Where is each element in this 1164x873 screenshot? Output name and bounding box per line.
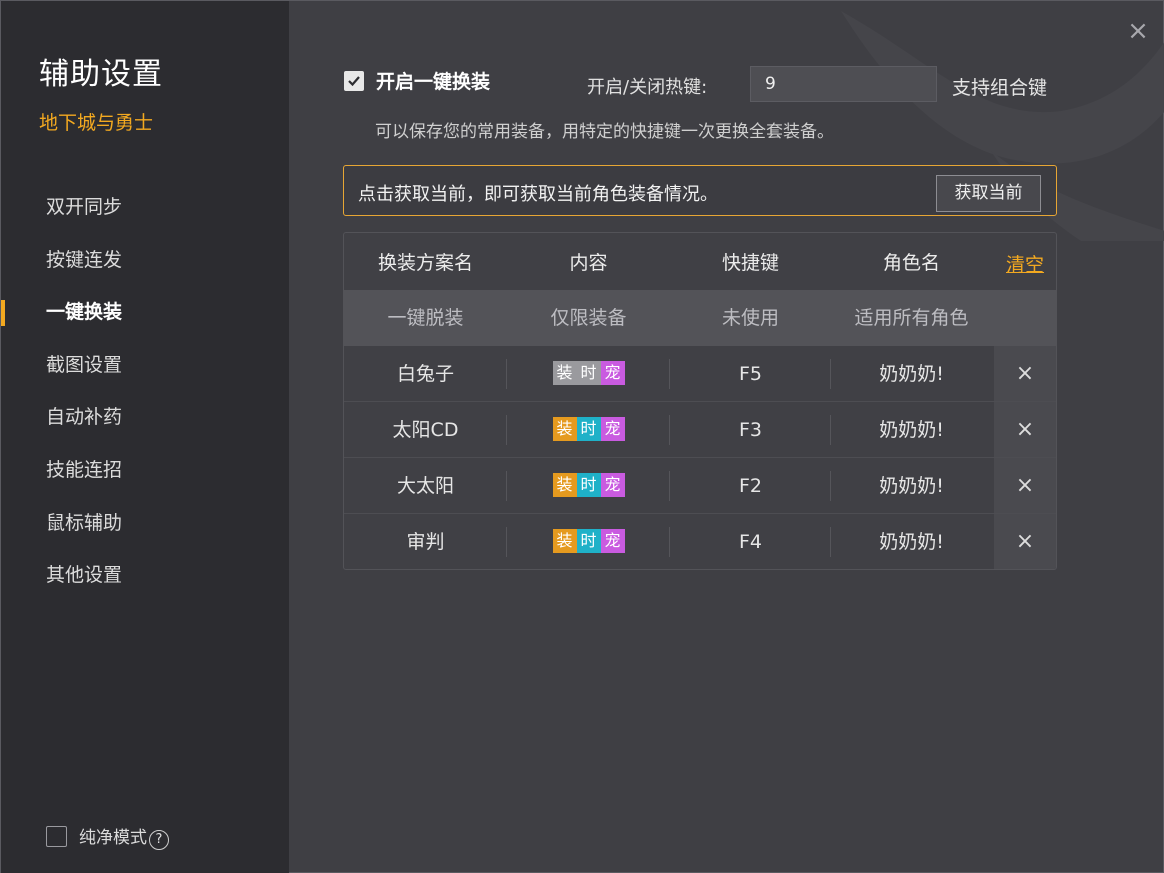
- column-header-role: 角色名: [882, 252, 940, 274]
- cell-content: 装时宠: [507, 346, 670, 402]
- cell-role: 奶奶奶!: [879, 531, 944, 553]
- cell-hotkey: F4: [670, 514, 831, 569]
- clear-all-link[interactable]: 清空: [1006, 250, 1044, 277]
- cell-content: 仅限装备: [550, 307, 627, 329]
- cell-role: 奶奶奶!: [879, 363, 944, 385]
- close-button[interactable]: ×: [1126, 18, 1150, 44]
- time-tag-icon: 时: [576, 528, 601, 553]
- pet-tag-icon: 宠: [600, 360, 625, 385]
- enable-quick-equip-checkbox[interactable]: [344, 70, 364, 91]
- time-tag-icon: 时: [576, 360, 601, 385]
- fetch-notice-box: 点击获取当前，即可获取当前角色装备情况。 获取当前: [343, 165, 1057, 216]
- help-icon[interactable]: ?: [149, 829, 169, 850]
- pet-tag-icon: 宠: [600, 416, 625, 441]
- time-tag-icon: 时: [576, 472, 601, 497]
- cell-hotkey: F2: [670, 458, 831, 514]
- table-row[interactable]: 大太阳 装时宠 F2 奶奶奶! ×: [344, 458, 1056, 514]
- hotkey-label: 开启/关闭热键:: [587, 77, 708, 98]
- content-tags: 装时宠: [552, 416, 625, 441]
- fetch-notice-text: 点击获取当前，即可获取当前角色装备情况。: [358, 184, 718, 205]
- cell-content: 装时宠: [507, 458, 670, 514]
- enable-quick-equip-option: 开启一键换装: [344, 67, 490, 94]
- table-row[interactable]: 审判 装时宠 F4 奶奶奶! ×: [344, 514, 1056, 569]
- pure-mode-option: 纯净模式?: [46, 823, 169, 850]
- table-row[interactable]: 白兔子 装时宠 F5 奶奶奶! ×: [344, 346, 1056, 402]
- settings-window: 辅助设置 地下城与勇士 双开同步 按键连发 一键换装 截图设置 自动补药 技能连…: [0, 0, 1164, 873]
- sidebar-item-dual-sync[interactable]: 双开同步: [1, 181, 289, 234]
- cell-plan-name: 白兔子: [344, 346, 507, 402]
- delete-row-button[interactable]: ×: [994, 458, 1056, 513]
- column-header-content: 内容: [569, 252, 608, 274]
- cell-plan-name: 大太阳: [344, 458, 507, 514]
- cell-plan-name: 一键脱装: [387, 307, 464, 329]
- cell-plan-name: 太阳CD: [344, 402, 507, 458]
- sidebar-item-screenshot[interactable]: 截图设置: [1, 339, 289, 392]
- sidebar-item-key-repeat[interactable]: 按键连发: [1, 234, 289, 287]
- cell-role: 奶奶奶!: [879, 475, 944, 497]
- time-tag-icon: 时: [576, 416, 601, 441]
- game-name: 地下城与勇士: [39, 112, 154, 134]
- cell-hotkey: 未使用: [721, 307, 779, 329]
- equip-plan-table: 换装方案名 内容 快捷键 角色名 清空 一键脱装 仅限装备 未使用 适用所有角色…: [343, 232, 1057, 570]
- content-tags: 装时宠: [552, 528, 625, 553]
- cell-content: 装时宠: [507, 514, 670, 569]
- sidebar-item-auto-potion[interactable]: 自动补药: [1, 391, 289, 444]
- content-tags: 装时宠: [552, 360, 625, 385]
- pure-mode-checkbox[interactable]: [46, 825, 67, 847]
- pure-mode-label: 纯净模式?: [79, 823, 169, 850]
- feature-description: 可以保存您的常用装备，用特定的快捷键一次更换全套装备。: [375, 122, 834, 142]
- content-tags: 装时宠: [552, 472, 625, 497]
- equip-tag-icon: 装: [552, 416, 577, 441]
- cell-hotkey: F5: [670, 346, 831, 402]
- cell-role: 适用所有角色: [854, 307, 969, 329]
- sidebar: 辅助设置 地下城与勇士 双开同步 按键连发 一键换装 截图设置 自动补药 技能连…: [1, 1, 289, 873]
- enable-quick-equip-label: 开启一键换装: [376, 71, 491, 93]
- sidebar-item-mouse-assist[interactable]: 鼠标辅助: [1, 497, 289, 550]
- equip-tag-icon: 装: [552, 472, 577, 497]
- sidebar-item-other-settings[interactable]: 其他设置: [1, 549, 289, 602]
- column-header-hotkey: 快捷键: [721, 252, 779, 274]
- cell-hotkey: F3: [670, 402, 831, 458]
- table-row[interactable]: 太阳CD 装时宠 F3 奶奶奶! ×: [344, 402, 1056, 458]
- pet-tag-icon: 宠: [600, 472, 625, 497]
- delete-row-button[interactable]: ×: [994, 514, 1056, 569]
- cell-role: 奶奶奶!: [879, 419, 944, 441]
- table-row-default[interactable]: 一键脱装 仅限装备 未使用 适用所有角色: [344, 290, 1056, 346]
- table-header: 换装方案名 内容 快捷键 角色名: [344, 233, 1056, 290]
- checkmark-icon: [348, 75, 360, 86]
- column-header-plan-name: 换装方案名: [377, 252, 473, 274]
- delete-row-button[interactable]: ×: [994, 402, 1056, 457]
- sidebar-item-quick-equip[interactable]: 一键换装: [1, 286, 289, 339]
- hotkey-input[interactable]: 9: [750, 66, 937, 102]
- app-title: 辅助设置: [39, 57, 163, 92]
- sidebar-nav: 双开同步 按键连发 一键换装 截图设置 自动补药 技能连招 鼠标辅助 其他设置: [1, 181, 289, 602]
- cell-content: 装时宠: [507, 402, 670, 458]
- combo-key-label: 支持组合键: [952, 77, 1048, 99]
- equip-tag-icon: 装: [552, 360, 577, 385]
- pet-tag-icon: 宠: [600, 528, 625, 553]
- delete-row-button[interactable]: ×: [994, 346, 1056, 401]
- equip-tag-icon: 装: [552, 528, 577, 553]
- fetch-current-button[interactable]: 获取当前: [936, 175, 1041, 212]
- sidebar-item-skill-combo[interactable]: 技能连招: [1, 444, 289, 497]
- cell-plan-name: 审判: [344, 514, 507, 569]
